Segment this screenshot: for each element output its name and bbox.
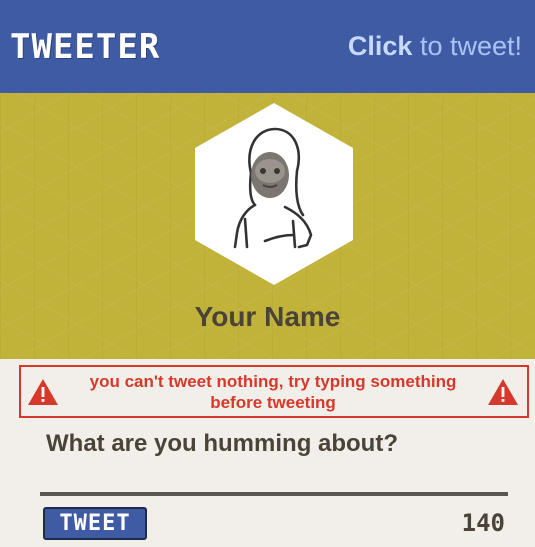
character-counter: 140	[461, 509, 505, 537]
avatar	[195, 103, 353, 285]
composer-divider	[40, 492, 508, 496]
app-header: TWEETER Click to tweet!	[0, 0, 535, 93]
warning-icon	[28, 378, 58, 405]
cta-rest-text: to tweet!	[412, 31, 522, 61]
warning-icon	[488, 378, 518, 405]
click-to-tweet-hint[interactable]: Click to tweet!	[348, 33, 522, 60]
tweet-input[interactable]	[46, 424, 506, 464]
error-message: you can't tweet nothing, try typing some…	[89, 371, 457, 412]
profile-banner: Your Name	[0, 93, 535, 359]
tweet-button[interactable]: TWEET	[43, 507, 147, 540]
app-logo: TWEETER	[10, 26, 161, 67]
profile-name: Your Name	[194, 301, 341, 332]
cta-strong-text: Click	[347, 31, 413, 61]
error-banner: you can't tweet nothing, try typing some…	[19, 365, 529, 418]
